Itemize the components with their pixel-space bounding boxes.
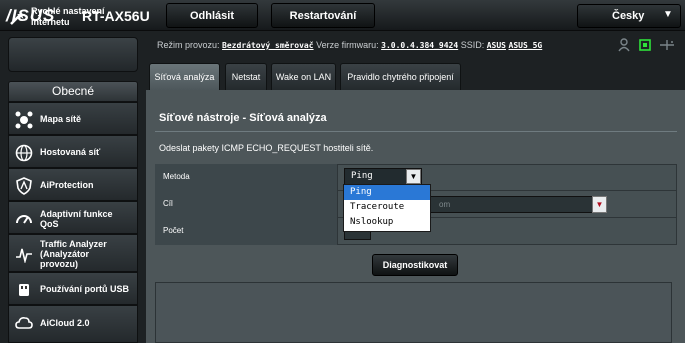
sidebar-section-general: Obecné [8,81,138,102]
target-dropdown-button[interactable]: ▼ [592,196,607,213]
sidebar-item-guest-network[interactable]: Hostovaná síť [8,135,138,168]
sidebar-item-aiprotection[interactable]: AiProtection [8,168,138,201]
language-select[interactable]: Česky ▼ [577,4,681,28]
language-value: Česky [612,10,645,22]
sidebar-item-label: AiProtection [40,180,94,190]
sidebar-item-label: Adaptivní funkce QoS [40,209,113,229]
target-label: Cíl [155,191,338,218]
option-ping[interactable]: Ping [344,185,430,200]
output-textarea[interactable] [155,282,672,343]
sidebar-item-label: Mapa sítě [40,114,82,124]
shield-icon [16,177,32,195]
logout-button[interactable]: Odhlásit [166,3,258,28]
clients-icon[interactable] [618,38,630,52]
sidebar-item-label: Traffic Analyzer (Analyzátor provozu) [40,239,107,269]
sidebar-item-traffic-analyzer[interactable]: Traffic Analyzer (Analyzátor provozu) [8,234,138,272]
diagnose-button[interactable]: Diagnostikovat [372,254,458,276]
sidebar-item-adaptive-qos[interactable]: Adaptivní funkce QoS [8,201,138,234]
chevron-down-icon: ▼ [663,9,673,20]
sidebar-item-aicloud[interactable]: AiCloud 2.0 [8,305,138,343]
option-traceroute[interactable]: Traceroute [344,200,430,215]
traffic-chart-icon [16,248,32,263]
sidebar-item-label: AiCloud 2.0 [40,318,90,328]
firmware-link[interactable]: 3.0.0.4.384_9424 [381,41,458,50]
ssid-link-24g[interactable]: ASUS [487,41,506,50]
page-title: Síťové nástroje - Síťová analýza [159,112,327,124]
status-line: Režim provozu: Bezdrátový směrovač Verze… [157,40,543,50]
tab-netstat[interactable]: Netstat [225,63,267,90]
cloud-icon [15,317,33,329]
quick-setup-label: Rychlé nastavení internetu [31,6,105,27]
operation-mode-link[interactable]: Bezdrátový směrovač [222,41,314,50]
chevron-down-icon[interactable]: ▼ [406,169,421,184]
restart-button[interactable]: Restartování [271,3,375,28]
ssid-link-5g[interactable]: ASUS_5G [509,41,543,50]
sidebar-item-label: Používání portů USB [40,284,130,294]
sidebar-item-usb[interactable]: Používání portů USB [8,272,138,305]
usb-icon [19,284,29,296]
count-label: Počet [155,218,338,245]
sidebar-item-network-map[interactable]: Mapa sítě [8,102,138,135]
sidebar-item-label: Hostovaná síť [40,147,101,157]
tab-network-analysis[interactable]: Síťová analýza [149,63,220,90]
qos-gauge-icon [16,215,32,224]
method-dropdown-list: Ping Traceroute Nslookup [343,184,431,232]
internet-status-icon[interactable] [639,39,651,51]
globe-icon [15,144,33,162]
divider [155,131,677,132]
option-nslookup[interactable]: Nslookup [344,215,430,230]
tab-wake-on-lan[interactable]: Wake on LAN [271,63,336,90]
wand-icon [10,11,25,25]
tab-smart-connect-rule[interactable]: Pravidlo chytrého připojení [340,63,461,90]
quick-setup-button[interactable] [8,37,138,72]
method-label: Metoda [155,164,338,191]
page-description: Odeslat pakety ICMP ECHO_REQUEST hostite… [159,143,374,153]
network-map-icon [15,111,33,129]
status-icons [618,38,674,52]
usb-status-icon[interactable] [660,40,674,50]
